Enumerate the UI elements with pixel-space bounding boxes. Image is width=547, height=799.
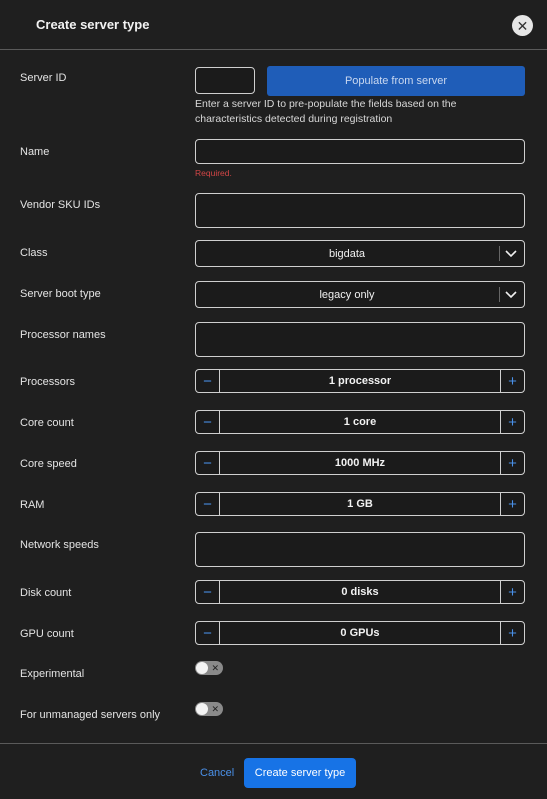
processors-increment-button[interactable]: +	[500, 370, 524, 392]
core-count-label: Core count	[20, 417, 74, 429]
name-label: Name	[20, 146, 50, 158]
cancel-button[interactable]: Cancel	[200, 767, 234, 779]
dialog-footer: Cancel Create server type	[0, 743, 547, 799]
core-speed-stepper: − 1000 MHz +	[195, 451, 525, 475]
disk-count-decrement-button[interactable]: −	[196, 581, 220, 603]
server-id-help-text: Enter a server ID to pre-populate the fi…	[195, 98, 457, 125]
vendor-sku-input[interactable]	[195, 193, 525, 228]
ram-decrement-button[interactable]: −	[196, 493, 220, 515]
disk-count-increment-button[interactable]: +	[500, 581, 524, 603]
chevron-down-icon	[505, 250, 517, 258]
toggle-off-icon: ✕	[211, 704, 219, 714]
class-label: Class	[20, 247, 48, 259]
server-id-label: Server ID	[20, 72, 67, 84]
core-speed-increment-button[interactable]: +	[500, 452, 524, 474]
name-input[interactable]	[195, 139, 525, 164]
name-error-text: Required.	[195, 168, 232, 178]
processor-names-label: Processor names	[20, 329, 106, 341]
gpu-count-increment-button[interactable]: +	[500, 622, 524, 644]
ram-label: RAM	[20, 499, 45, 511]
core-count-decrement-button[interactable]: −	[196, 411, 220, 433]
close-icon[interactable]: ✕	[512, 15, 533, 36]
core-count-stepper: − 1 core +	[195, 410, 525, 434]
create-server-type-dialog: Create server type ✕ Server ID Populate …	[0, 0, 547, 799]
dialog-title: Create server type	[36, 17, 150, 32]
toggle-off-icon: ✕	[211, 663, 219, 673]
network-speeds-label: Network speeds	[20, 539, 99, 551]
toggle-knob	[196, 703, 208, 715]
unmanaged-only-label: For unmanaged servers only	[20, 709, 161, 721]
vendor-sku-label: Vendor SKU IDs	[20, 199, 101, 211]
network-speeds-input[interactable]	[195, 532, 525, 567]
class-select[interactable]: bigdata	[195, 240, 525, 267]
gpu-count-decrement-button[interactable]: −	[196, 622, 220, 644]
chevron-down-icon	[505, 291, 517, 299]
processors-label: Processors	[20, 376, 76, 388]
experimental-label: Experimental	[20, 668, 85, 680]
boot-type-select[interactable]: legacy only	[195, 281, 525, 308]
gpu-count-label: GPU count	[20, 628, 74, 640]
ram-stepper: − 1 GB +	[195, 492, 525, 516]
server-id-input[interactable]	[195, 67, 255, 94]
processor-names-input[interactable]	[195, 322, 525, 357]
core-speed-label: Core speed	[20, 458, 77, 470]
disk-count-stepper: − 0 disks +	[195, 580, 525, 604]
populate-from-server-button[interactable]: Populate from server	[267, 66, 525, 96]
processors-value: 1 processor	[328, 375, 392, 387]
class-selected-value: bigdata	[328, 247, 366, 260]
processors-decrement-button[interactable]: −	[196, 370, 220, 392]
boot-type-label: Server boot type	[20, 288, 101, 300]
ram-value: 1 GB	[347, 498, 373, 510]
disk-count-label: Disk count	[20, 587, 72, 599]
select-divider	[499, 246, 500, 261]
processors-stepper: − 1 processor +	[195, 369, 525, 393]
core-count-value: 1 core	[343, 416, 377, 428]
select-divider	[499, 287, 500, 302]
unmanaged-only-toggle[interactable]: ✕	[195, 702, 223, 716]
gpu-count-value: 0 GPUs	[340, 627, 380, 639]
toggle-knob	[196, 662, 208, 674]
ram-increment-button[interactable]: +	[500, 493, 524, 515]
create-server-type-button[interactable]: Create server type	[244, 758, 356, 788]
core-speed-value: 1000 MHz	[334, 457, 386, 469]
core-count-increment-button[interactable]: +	[500, 411, 524, 433]
gpu-count-stepper: − 0 GPUs +	[195, 621, 525, 645]
core-speed-decrement-button[interactable]: −	[196, 452, 220, 474]
dialog-header: Create server type ✕	[0, 0, 547, 50]
experimental-toggle[interactable]: ✕	[195, 661, 223, 675]
disk-count-value: 0 disks	[341, 586, 379, 598]
boot-type-selected-value: legacy only	[319, 288, 375, 301]
